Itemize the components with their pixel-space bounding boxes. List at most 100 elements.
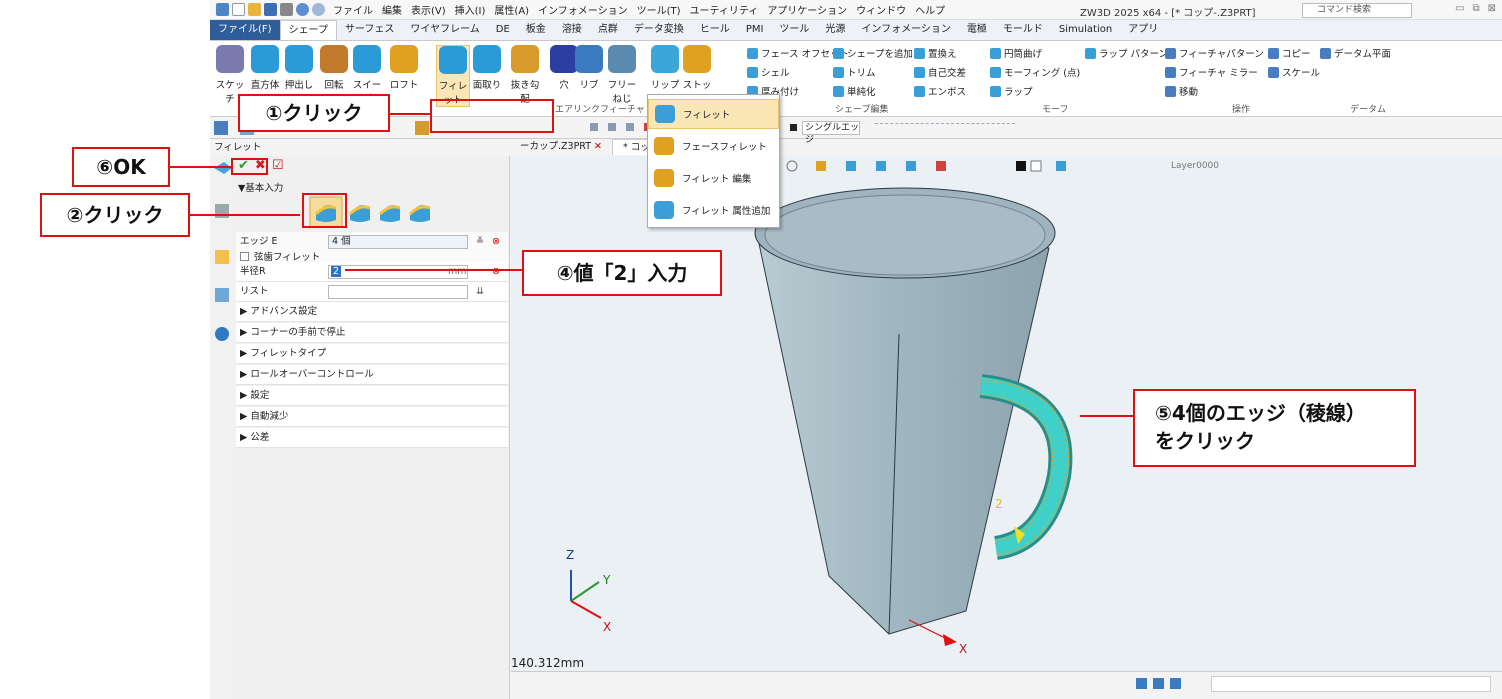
new-file-icon[interactable] <box>232 3 245 16</box>
menu-item[interactable]: アプリケーション <box>767 2 847 17</box>
fillet-type-chord-button[interactable] <box>378 205 401 222</box>
dropdown-item[interactable]: フィレット 属性追加 <box>648 195 779 225</box>
ribbon-tab[interactable]: データ変換 <box>626 20 692 40</box>
menu-item[interactable]: ウィンドウ <box>856 2 906 17</box>
menu-item[interactable]: インフォメーション <box>538 2 628 17</box>
ribbon-tab[interactable]: 光源 <box>817 20 853 40</box>
history-manager-icon[interactable] <box>215 250 229 264</box>
ribbon-tab[interactable]: 溶接 <box>554 20 590 40</box>
shape-edit-item[interactable]: 置換え <box>914 46 957 60</box>
menu-item[interactable]: ツール(T) <box>637 2 681 17</box>
print-icon[interactable] <box>280 3 293 16</box>
ribbon-button[interactable]: 直方体 <box>248 45 282 91</box>
operation-item[interactable]: フィーチャ ミラー <box>1165 65 1258 79</box>
status-icon[interactable] <box>1136 678 1147 689</box>
toolbar-icon-h[interactable] <box>790 124 797 131</box>
save-icon[interactable] <box>264 3 277 16</box>
shape-edit-item[interactable]: ラップ パターン <box>1085 46 1168 60</box>
shape-edit-item[interactable]: モーフィング (点) <box>990 65 1080 79</box>
operation-item[interactable]: スケール <box>1268 65 1320 79</box>
panel-section-header[interactable]: ▶ コーナーの手前で停止 <box>236 323 508 343</box>
command-search-input[interactable]: コマンド検索 <box>1302 3 1412 18</box>
toolbar-icon-c[interactable] <box>626 123 634 131</box>
edge-options-icon[interactable]: ≚ <box>476 232 484 252</box>
minimize-icon[interactable]: ▭ <box>1455 3 1464 14</box>
ribbon-tab[interactable]: アプリ <box>1120 20 1166 40</box>
edge-field[interactable]: 4 個 <box>328 235 468 249</box>
ribbon-tab[interactable]: ワイヤフレーム <box>402 20 487 40</box>
ribbon-button[interactable]: 押出し <box>282 45 316 91</box>
operation-item[interactable]: フィーチャパターン <box>1165 46 1264 60</box>
apply-icon[interactable]: ☑ <box>272 158 284 173</box>
ribbon-tab[interactable]: ファイル(F) <box>210 20 280 40</box>
shape-edit-item[interactable]: 円筒曲げ <box>990 46 1042 60</box>
list-field[interactable] <box>328 285 468 299</box>
view-manager-icon[interactable] <box>215 288 229 302</box>
shape-edit-item[interactable]: ラップ <box>990 84 1033 98</box>
edge-clear-icon[interactable]: ⊗ <box>492 232 500 252</box>
menu-item[interactable]: 属性(A) <box>494 2 529 17</box>
ribbon-button[interactable]: 回転 <box>317 45 351 91</box>
dropdown-item[interactable]: フィレット 編集 <box>648 163 779 193</box>
filter-select[interactable]: シングルエッジ <box>802 121 860 145</box>
ribbon-button[interactable]: 面取り <box>470 45 504 91</box>
select-icon[interactable] <box>214 121 228 135</box>
radius-input[interactable]: 2 <box>328 265 468 279</box>
open-file-icon[interactable] <box>248 3 261 16</box>
ribbon-tab[interactable]: サーフェス <box>337 20 402 40</box>
shape-edit-item[interactable]: 自己交差 <box>914 65 966 79</box>
history-icon[interactable] <box>415 121 429 135</box>
panel-section-header[interactable]: ▶ 自動減少 <box>236 407 508 427</box>
ribbon-button[interactable]: リブ <box>572 45 606 91</box>
menu-item[interactable]: ヘルプ <box>915 2 945 17</box>
ribbon-tab[interactable]: インフォメーション <box>853 20 959 40</box>
dropdown-item[interactable]: フェースフィレット <box>648 131 779 161</box>
menu-item[interactable]: 表示(V) <box>411 2 446 17</box>
status-icon[interactable] <box>1170 678 1181 689</box>
ribbon-button[interactable]: ロフト <box>387 45 421 91</box>
fillet-type-vertex-button[interactable] <box>408 205 431 222</box>
doc-tab[interactable]: ーカップ.Z3PRT ✕ <box>510 139 612 155</box>
menu-item[interactable]: 挿入(I) <box>455 2 486 17</box>
status-field[interactable] <box>1211 676 1491 692</box>
status-icon[interactable] <box>1153 678 1164 689</box>
radius-clear-icon[interactable]: ⊗ <box>492 262 500 282</box>
ribbon-tab[interactable]: 板金 <box>518 20 554 40</box>
menu-item[interactable]: ユーティリティ <box>690 2 759 17</box>
sketch-tools-strip[interactable] <box>875 123 1015 133</box>
panel-section-header[interactable]: ▶ 公差 <box>236 428 508 448</box>
ribbon-tab[interactable]: モールド <box>995 20 1051 40</box>
close-tab-icon[interactable]: ✕ <box>594 141 602 152</box>
ribbon-tab[interactable]: Simulation <box>1051 20 1120 40</box>
ribbon-tab[interactable]: 点群 <box>590 20 626 40</box>
dropdown-item[interactable]: フィレット <box>648 99 779 129</box>
shape-edit-item[interactable]: エンボス <box>914 84 966 98</box>
cup-body[interactable] <box>756 233 1050 635</box>
user-icon[interactable] <box>215 327 229 341</box>
redo-icon[interactable] <box>312 3 325 16</box>
shape-edit-item[interactable]: 単純化 <box>833 84 876 98</box>
part-icon[interactable] <box>214 162 232 174</box>
ribbon-button[interactable]: 抜き勾配 <box>508 45 542 105</box>
menu-item[interactable]: ファイル <box>333 2 373 17</box>
ribbon-button[interactable]: フリーねじ <box>605 45 639 105</box>
shape-edit-item[interactable]: シェル <box>747 65 790 79</box>
shape-edit-item[interactable]: トリム <box>833 65 876 79</box>
undo-icon[interactable] <box>296 3 309 16</box>
panel-section-header[interactable]: ▶ アドバンス設定 <box>236 302 508 322</box>
ribbon-tab[interactable]: シェープ <box>279 20 337 40</box>
restore-icon[interactable]: ⧉ <box>1472 3 1479 14</box>
shape-edit-item[interactable]: シェープを追加 <box>833 46 913 60</box>
toolbar-icon-b[interactable] <box>608 123 616 131</box>
list-options-icon[interactable]: ⇊ <box>476 282 484 302</box>
panel-section-header[interactable]: ▶ 設定 <box>236 386 508 406</box>
ribbon-tab[interactable]: ヒール <box>692 20 738 40</box>
ribbon-button[interactable]: リップ <box>648 45 682 91</box>
ribbon-tab[interactable]: PMI <box>738 20 772 40</box>
ribbon-button[interactable]: フィレット <box>436 45 470 107</box>
toolbar-icon-a[interactable] <box>590 123 598 131</box>
basic-input-header[interactable]: ▼基本入力 <box>238 180 283 194</box>
operation-item[interactable]: データム平面 <box>1320 46 1391 60</box>
ribbon-tab[interactable]: ツール <box>771 20 817 40</box>
panel-section-header[interactable]: ▶ フィレットタイプ <box>236 344 508 364</box>
